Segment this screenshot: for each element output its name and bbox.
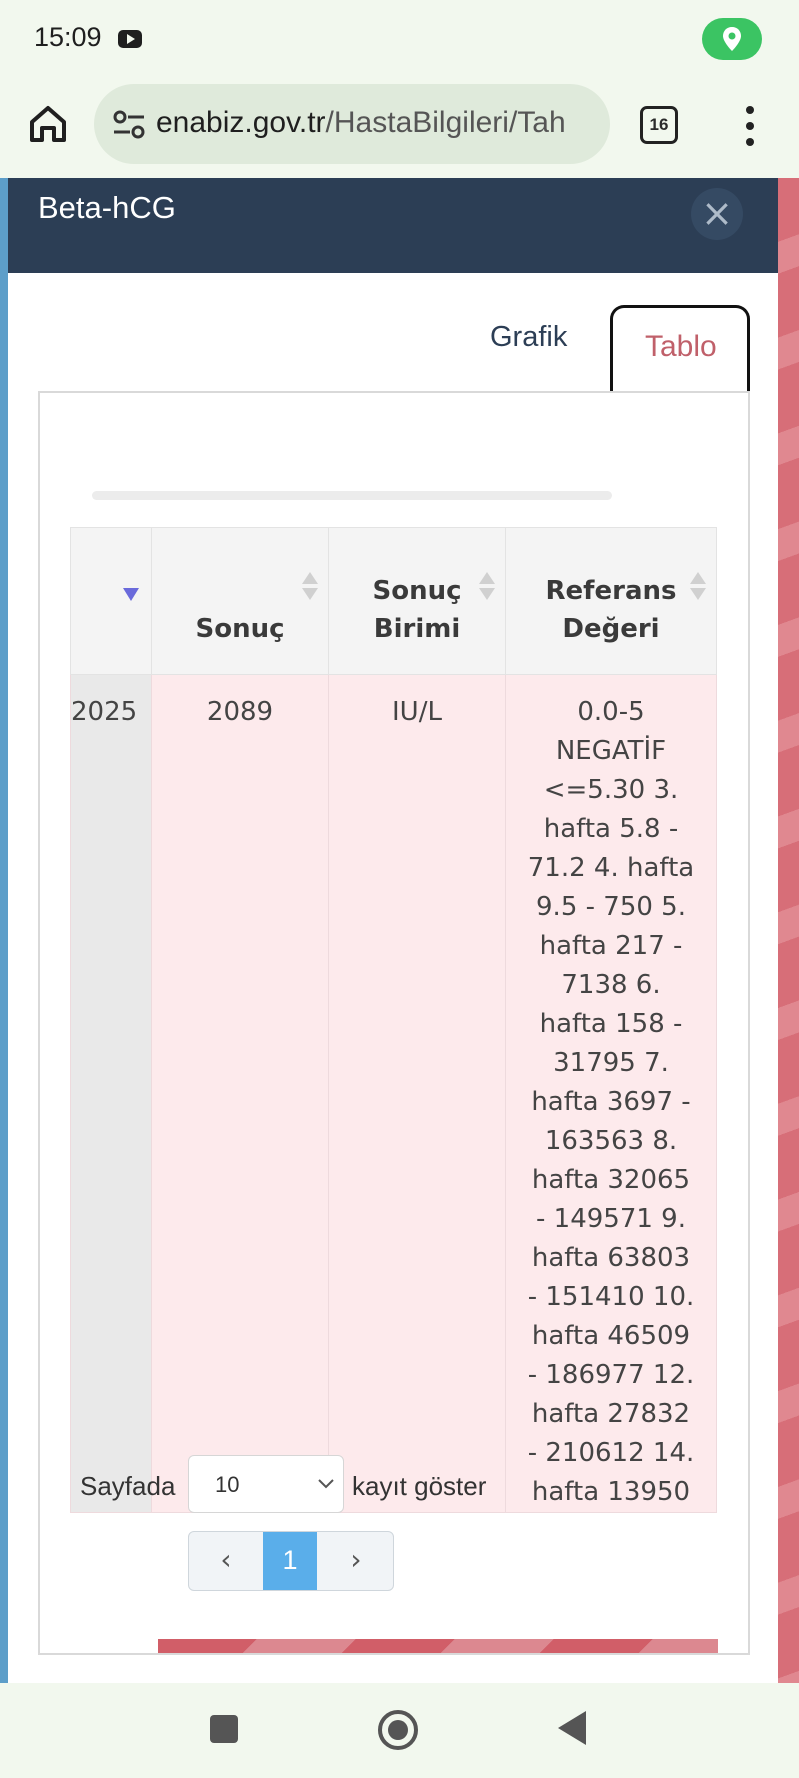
sort-icon	[690, 572, 706, 602]
column-header-sonuc[interactable]: Sonuç	[151, 527, 329, 675]
status-bar: 15:09	[0, 0, 799, 78]
address-bar[interactable]: enabiz.gov.tr/HastaBilgileri/Tah	[94, 84, 610, 164]
column-header-label: Sonuç	[195, 614, 285, 644]
column-header-label: Birimi	[373, 614, 461, 644]
status-time: 15:09	[34, 22, 102, 52]
recents-button-icon[interactable]	[210, 1715, 238, 1743]
youtube-notification-icon	[118, 30, 142, 48]
modal-body: Grafik Tablo Sonuç Sonuç Birimi Referans…	[8, 273, 778, 1683]
chevron-down-icon	[318, 1479, 334, 1489]
modal-header: Beta-hCG ×	[8, 178, 778, 273]
cell-referans-degeri: 0.0-5 NEGATİF <=5.30 3. hafta 5.8 - 71.2…	[505, 674, 717, 1513]
sort-descending-icon	[123, 588, 139, 601]
url-domain: enabiz.gov.tr	[156, 106, 326, 139]
home-button[interactable]	[24, 100, 72, 148]
horizontal-scrollbar[interactable]	[92, 491, 612, 500]
home-icon	[30, 106, 66, 142]
page-length-value: 10	[215, 1472, 240, 1497]
column-header-label: Referans	[545, 576, 677, 606]
tab-tablo[interactable]: Tablo	[610, 305, 750, 394]
location-indicator-icon[interactable]	[702, 18, 762, 60]
home-nav-button-icon[interactable]	[378, 1710, 418, 1750]
close-button[interactable]: ×	[691, 188, 743, 240]
tab-tablo-label: Tablo	[645, 330, 717, 363]
page-right-edge	[778, 178, 799, 1683]
tab-switcher-button[interactable]: 16	[640, 106, 678, 144]
cell-date: 2025	[70, 674, 152, 1513]
results-table: Sonuç Sonuç Birimi Referans Değeri 2025 …	[70, 527, 717, 1513]
url-text: enabiz.gov.tr/HastaBilgileri/Tah	[156, 106, 566, 140]
column-header-date[interactable]	[70, 527, 152, 675]
overflow-menu-icon[interactable]	[738, 106, 762, 146]
decorative-strip	[158, 1639, 718, 1653]
page-length-select[interactable]: 10	[188, 1455, 344, 1513]
table-panel: Sonuç Sonuç Birimi Referans Değeri 2025 …	[38, 391, 750, 1655]
url-path: /HastaBilgileri/Tah	[325, 106, 566, 139]
page-length-prefix: Sayfada	[80, 1471, 176, 1501]
column-header-referans-degeri[interactable]: Referans Değeri	[505, 527, 717, 675]
previous-page-button[interactable]: ‹	[189, 1532, 263, 1590]
cell-sonuc: 2089	[151, 674, 329, 1513]
page-length-suffix: kayıt göster	[352, 1471, 487, 1501]
site-settings-icon	[113, 110, 145, 139]
sort-icon	[302, 572, 318, 602]
sort-icon	[479, 572, 495, 602]
column-header-label: Değeri	[562, 614, 660, 644]
page-background: Beta-hCG × Grafik Tablo Sonuç Sonuç Biri…	[0, 178, 799, 1683]
cell-sonuc-birimi: IU/L	[328, 674, 506, 1513]
browser-toolbar: enabiz.gov.tr/HastaBilgileri/Tah 16	[0, 78, 799, 178]
column-header-sonuc-birimi[interactable]: Sonuç Birimi	[328, 527, 506, 675]
back-button-icon[interactable]	[558, 1711, 586, 1745]
tab-grafik[interactable]: Grafik	[490, 321, 567, 354]
page-button-1[interactable]: 1	[263, 1532, 317, 1590]
next-page-button[interactable]: ›	[319, 1532, 393, 1590]
modal-title: Beta-hCG	[38, 190, 176, 225]
pagination: ‹ 1 ›	[188, 1531, 394, 1591]
table-row: 2025 2089 IU/L 0.0-5 NEGATİF <=5.30 3. h…	[70, 674, 717, 1513]
system-navigation-bar	[0, 1683, 799, 1778]
page-left-edge	[0, 178, 8, 1683]
